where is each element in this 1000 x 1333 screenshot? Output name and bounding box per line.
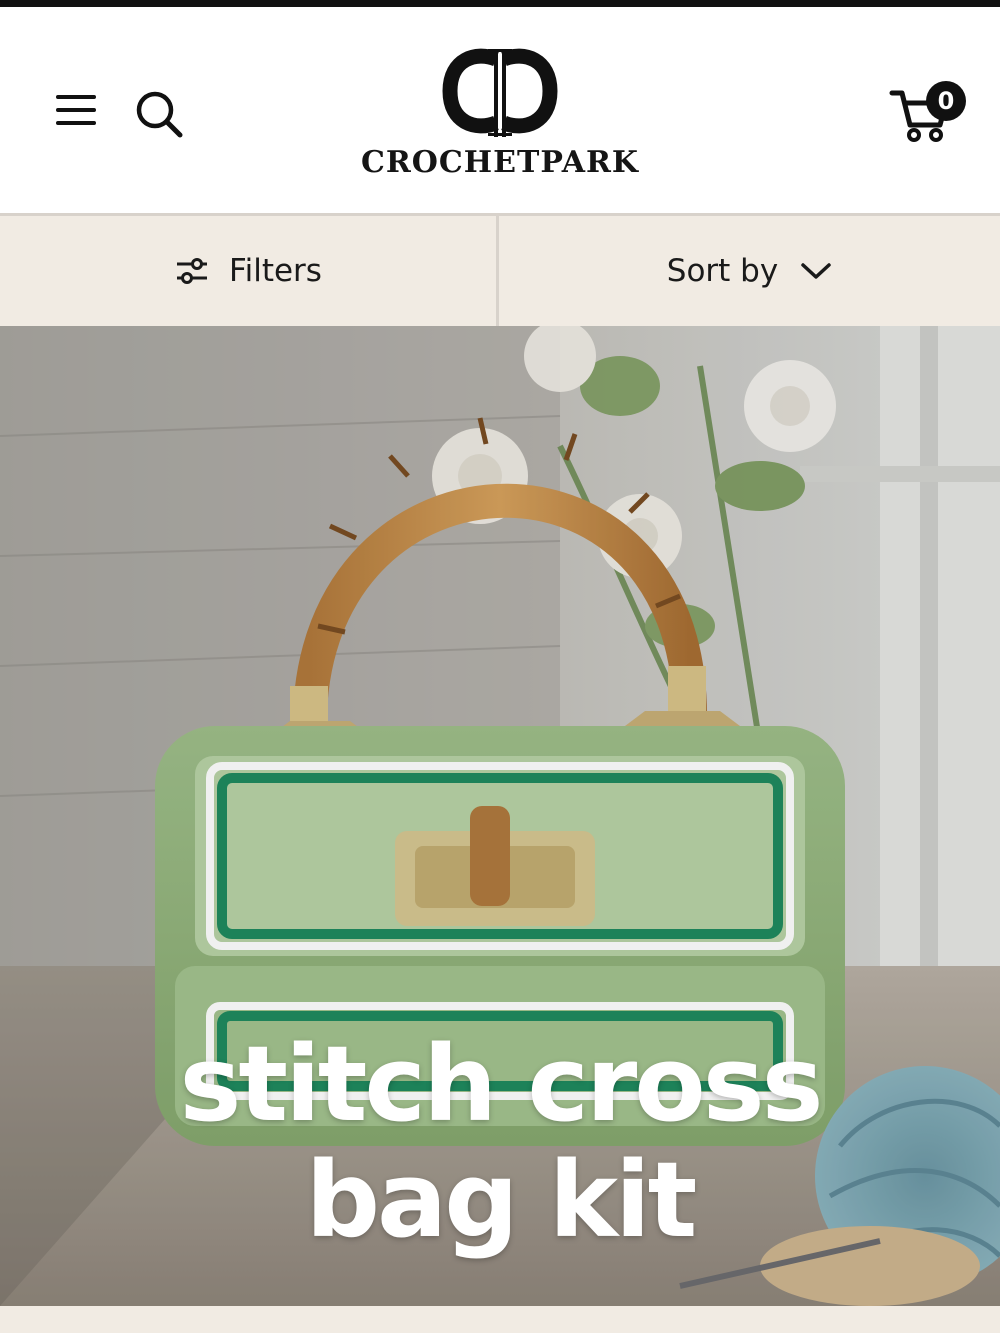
bar-divider [496,216,499,326]
brand-logo[interactable]: CROCHETPARK [350,45,650,195]
search-icon[interactable] [132,87,186,141]
cart-count-badge: 0 [926,81,966,121]
hamburger-menu-icon[interactable] [52,89,100,131]
filter-sort-bar: Filters Sort by [0,216,1000,326]
sort-by-label: Sort by [666,253,779,289]
bottom-strip [0,1306,1000,1333]
cc-monogram-logo [442,48,558,137]
filters-label: Filters [229,253,322,289]
hero-banner[interactable]: stitch cross bag kit [0,326,1000,1306]
brand-name: CROCHETPARK [360,145,639,180]
top-border [0,0,1000,7]
hero-title: stitch cross bag kit [179,1023,823,1261]
sliders-icon [177,258,208,284]
chevron-down-icon [801,263,831,279]
filters-button[interactable]: Filters [0,216,497,326]
site-header: CROCHETPARK 0 [0,7,1000,215]
sort-by-button[interactable]: Sort by [499,216,1000,326]
